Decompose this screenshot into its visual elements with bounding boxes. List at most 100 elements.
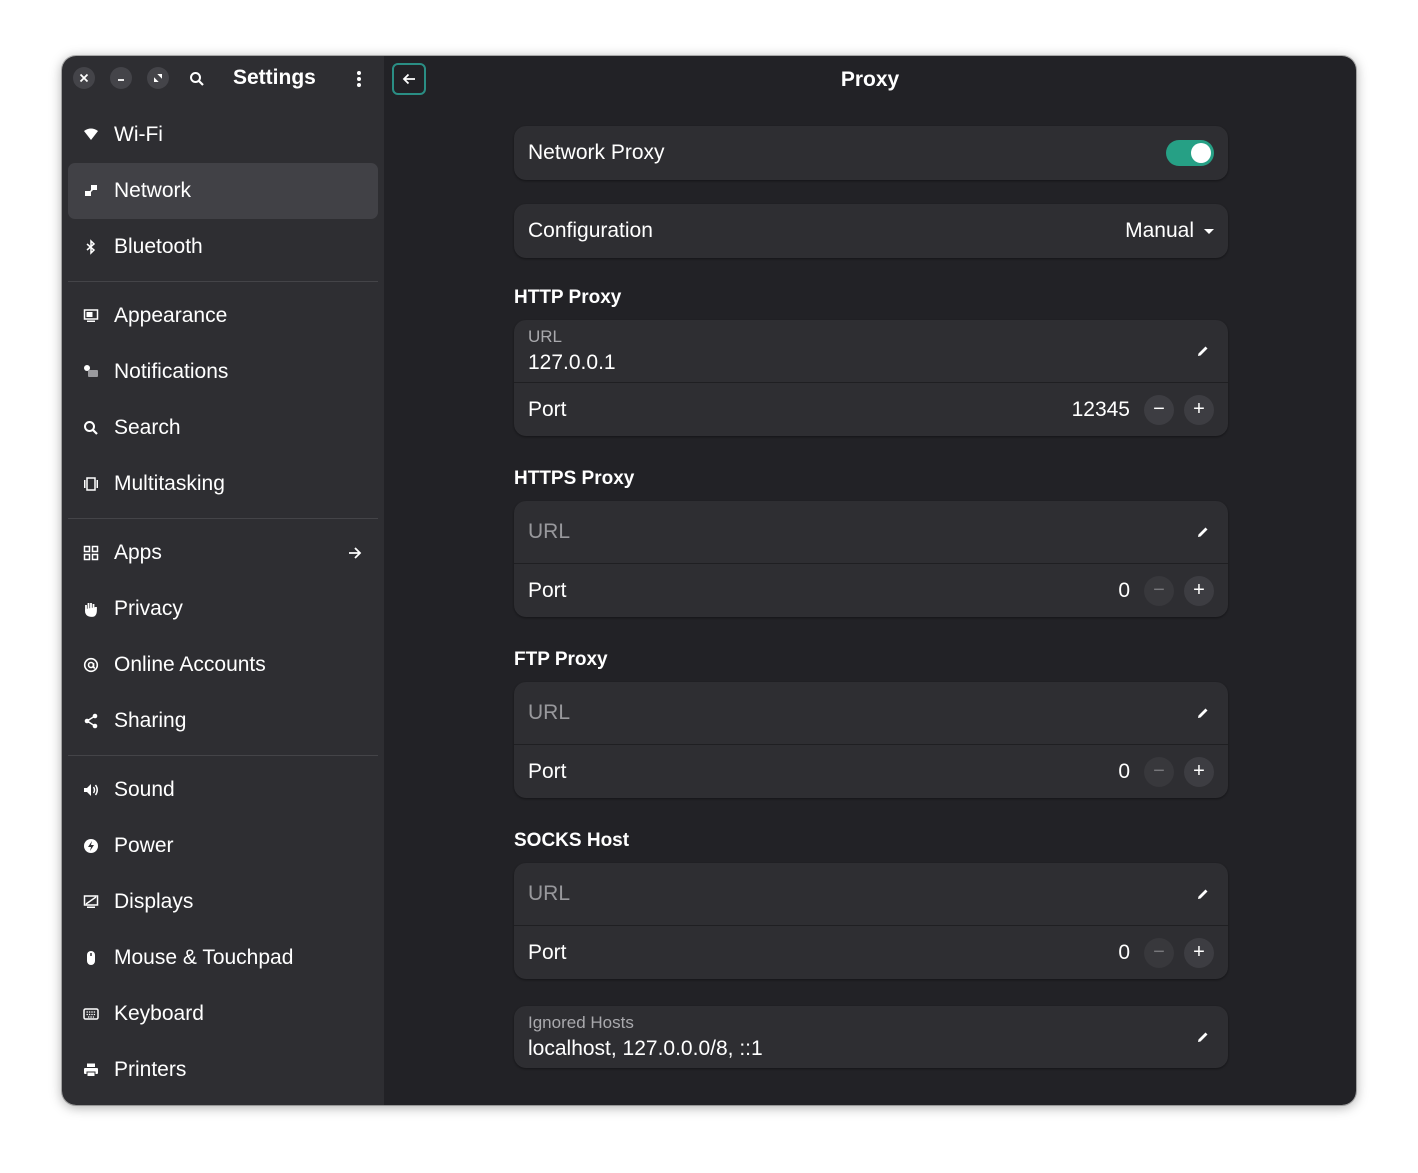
socks-url-edit-button[interactable] (1192, 883, 1214, 905)
ignored-hosts-label: Ignored Hosts (528, 1013, 634, 1032)
ftp-port-value[interactable]: 0 (1118, 760, 1130, 784)
sidebar-search-button[interactable] (186, 68, 208, 90)
sidebar-item-label: Mouse & Touchpad (114, 946, 294, 969)
ftp-port-label: Port (528, 759, 567, 783)
sidebar-item-sound[interactable]: Sound (68, 762, 378, 818)
socks-port-decrement-button[interactable]: − (1144, 937, 1174, 968)
socks-port-row: Port 0 − + (514, 925, 1228, 979)
sidebar-item-mouse-touchpad[interactable]: Mouse & Touchpad (68, 930, 378, 986)
socks-host-heading: SOCKS Host (514, 830, 630, 851)
ftp-proxy-card: URL Port 0 − + (514, 682, 1228, 798)
ftp-port-increment-button[interactable]: + (1184, 756, 1214, 787)
http-port-decrement-button[interactable]: − (1144, 394, 1174, 425)
configuration-card: Configuration Manual (514, 204, 1228, 258)
https-port-value[interactable]: 0 (1118, 579, 1130, 603)
sidebar-item-label: Bluetooth (114, 235, 203, 258)
sidebar-item-label: Printers (114, 1058, 187, 1081)
printer-icon (82, 1061, 100, 1079)
switch-knob (1191, 143, 1211, 163)
socks-url-placeholder[interactable]: URL (528, 882, 1192, 906)
chevron-down-icon (1204, 228, 1214, 234)
ignored-hosts-value[interactable]: localhost, 127.0.0.0/8, ::1 (528, 1037, 1192, 1061)
search-icon (82, 419, 100, 437)
http-proxy-card: URL 127.0.0.1 Port 12345 − + (514, 320, 1228, 436)
kebab-menu-icon (357, 71, 361, 87)
socks-port-value[interactable]: 0 (1118, 941, 1130, 965)
ignored-hosts-edit-button[interactable] (1192, 1026, 1214, 1048)
search-icon (190, 72, 204, 86)
keyboard-icon (82, 1005, 100, 1023)
http-proxy-section: HTTP Proxy URL 127.0.0.1 Port 12345 − + (514, 287, 1228, 436)
sidebar-nav-group-3: Apps Privacy Online Accounts Sharing (62, 525, 384, 749)
https-url-placeholder[interactable]: URL (528, 520, 1192, 544)
https-port-decrement-button[interactable]: − (1144, 575, 1174, 606)
configuration-row[interactable]: Configuration Manual (514, 204, 1228, 258)
pencil-icon (1198, 346, 1208, 356)
network-proxy-switch[interactable] (1166, 140, 1214, 166)
sidebar-item-label: Search (114, 416, 181, 439)
sidebar-title: Settings (233, 66, 316, 89)
sidebar-header: Settings (62, 56, 384, 104)
sidebar-item-label: Sharing (114, 709, 187, 732)
sidebar-separator (68, 518, 378, 519)
socks-port-increment-button[interactable]: + (1184, 937, 1214, 968)
sidebar-item-apps[interactable]: Apps (68, 525, 378, 581)
maximize-window-button[interactable] (147, 67, 169, 89)
speaker-icon (82, 781, 100, 799)
sidebar-item-notifications[interactable]: Notifications (68, 344, 378, 400)
ftp-url-placeholder[interactable]: URL (528, 701, 1192, 725)
socks-host-section: SOCKS Host URL Port 0 − + (514, 830, 1228, 979)
sidebar-item-appearance[interactable]: Appearance (68, 288, 378, 344)
wifi-icon (82, 126, 100, 144)
https-port-increment-button[interactable]: + (1184, 575, 1214, 606)
socks-port-label: Port (528, 940, 567, 964)
ftp-url-edit-button[interactable] (1192, 702, 1214, 724)
http-proxy-heading: HTTP Proxy (514, 287, 622, 308)
sidebar-item-search[interactable]: Search (68, 400, 378, 456)
sidebar-item-bluetooth[interactable]: Bluetooth (68, 219, 378, 275)
ftp-url-row[interactable]: URL (514, 682, 1228, 744)
http-port-label: Port (528, 397, 567, 421)
main-menu-button[interactable] (346, 66, 372, 92)
https-proxy-section: HTTPS Proxy URL Port 0 − + (514, 468, 1228, 617)
content-area: Proxy Network Proxy Configuration Manual… (384, 56, 1356, 1105)
sidebar-item-network[interactable]: Network (68, 163, 378, 219)
sidebar-item-online-accounts[interactable]: Online Accounts (68, 637, 378, 693)
ignored-hosts-card: Ignored Hosts localhost, 127.0.0.0/8, ::… (514, 1006, 1228, 1068)
https-proxy-heading: HTTPS Proxy (514, 468, 635, 489)
privacy-hand-icon (82, 600, 100, 618)
sidebar-nav-group-2: Appearance Notifications Search Multitas… (62, 288, 384, 512)
https-url-edit-button[interactable] (1192, 521, 1214, 543)
ftp-port-decrement-button[interactable]: − (1144, 756, 1174, 787)
minus-icon: − (1153, 579, 1165, 601)
https-url-row[interactable]: URL (514, 501, 1228, 563)
sidebar: Settings Wi-Fi Network Bluetooth Appeara… (62, 56, 384, 1105)
network-icon (82, 182, 100, 200)
ftp-proxy-section: FTP Proxy URL Port 0 − + (514, 649, 1228, 798)
http-port-increment-button[interactable]: + (1184, 394, 1214, 425)
sidebar-item-label: Network (114, 179, 192, 202)
sidebar-item-multitasking[interactable]: Multitasking (68, 456, 378, 512)
configuration-dropdown-value[interactable]: Manual (1125, 219, 1194, 243)
sidebar-item-printers[interactable]: Printers (68, 1042, 378, 1098)
socks-url-row[interactable]: URL (514, 863, 1228, 925)
sidebar-item-sharing[interactable]: Sharing (68, 693, 378, 749)
http-url-value[interactable]: 127.0.0.1 (528, 351, 1192, 375)
ignored-hosts-row[interactable]: Ignored Hosts localhost, 127.0.0.0/8, ::… (514, 1006, 1228, 1068)
sidebar-item-wifi[interactable]: Wi-Fi (68, 107, 378, 163)
https-port-label: Port (528, 578, 567, 602)
sidebar-item-privacy[interactable]: Privacy (68, 581, 378, 637)
configuration-label: Configuration (528, 219, 653, 242)
close-window-button[interactable] (73, 67, 95, 89)
http-port-value[interactable]: 12345 (1072, 398, 1130, 422)
sidebar-item-keyboard[interactable]: Keyboard (68, 986, 378, 1042)
sidebar-item-label: Privacy (114, 597, 183, 620)
http-url-row[interactable]: URL 127.0.0.1 (514, 320, 1228, 382)
sidebar-item-displays[interactable]: Displays (68, 874, 378, 930)
mouse-icon (82, 949, 100, 967)
sidebar-item-power[interactable]: Power (68, 818, 378, 874)
minimize-window-button[interactable] (110, 67, 132, 89)
http-url-edit-button[interactable] (1192, 340, 1214, 362)
http-port-row: Port 12345 − + (514, 382, 1228, 436)
sidebar-nav: Wi-Fi Network Bluetooth (62, 107, 384, 275)
